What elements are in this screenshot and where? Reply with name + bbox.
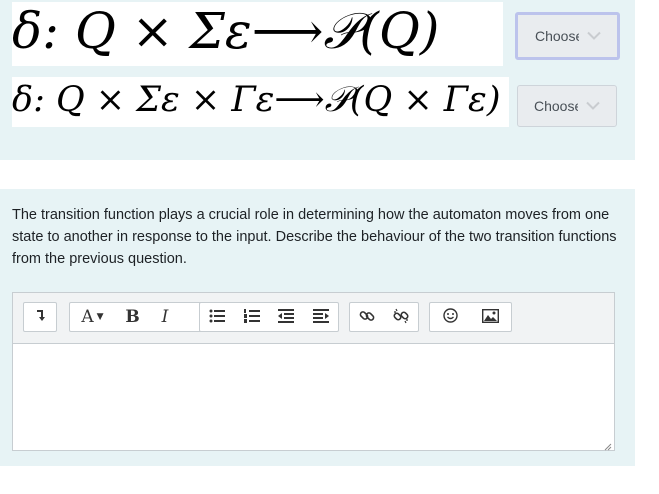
chevron-down-icon: [587, 28, 601, 45]
rich-text-editor: A ▼ B I: [12, 292, 615, 451]
toolbar-group-more: [23, 302, 57, 332]
answer-select-2-value: Choose...: [534, 98, 578, 114]
show-more-button[interactable]: [24, 303, 56, 331]
emoji-button[interactable]: [430, 303, 470, 331]
toolbar-group-insert: [429, 302, 512, 332]
unlink-icon: [393, 308, 409, 327]
answer-select-1[interactable]: Choose...: [515, 12, 620, 60]
ordered-list-button[interactable]: [235, 303, 270, 331]
outdent-button[interactable]: [269, 303, 304, 331]
link-button[interactable]: [350, 303, 384, 331]
ordered-list-icon: [243, 308, 260, 326]
question-text: The transition function plays a crucial …: [12, 207, 617, 267]
toolbar-group-text-style: A ▼ B I: [69, 302, 203, 332]
transition-function-formula-pda: δ: Q × Σε × Γε⟶𝒫(Q × Γε): [12, 77, 509, 127]
indent-icon: [312, 308, 329, 326]
unordered-list-button[interactable]: [200, 303, 235, 331]
outdent-icon: [278, 308, 295, 326]
emoji-icon: [442, 308, 458, 326]
resize-handle-icon[interactable]: [602, 438, 612, 451]
transition-function-formula-nfa: δ: Q × Σε⟶𝒫(Q): [12, 2, 503, 66]
answer-select-2[interactable]: Choose...: [517, 85, 617, 127]
answer-select-1-value: Choose...: [535, 28, 579, 44]
toolbar-group-links: [349, 302, 419, 332]
link-icon: [359, 308, 375, 327]
editor-toolbar: A ▼ B I: [13, 293, 614, 344]
indent-button[interactable]: [304, 303, 339, 331]
show-more-icon: [35, 309, 45, 325]
editor-content-area[interactable]: [13, 345, 614, 450]
insert-image-button[interactable]: [470, 303, 510, 331]
toolbar-group-lists: [199, 302, 339, 332]
chevron-down-icon: [586, 98, 600, 115]
image-icon: [481, 308, 499, 326]
font-style-label: A: [81, 307, 94, 327]
unordered-list-icon: [209, 309, 226, 326]
font-style-button[interactable]: A ▼: [70, 303, 115, 331]
italic-button[interactable]: I: [150, 303, 180, 331]
bold-button[interactable]: B: [115, 303, 150, 331]
caret-down-icon: ▼: [96, 312, 104, 322]
essay-question-panel: The transition function plays a crucial …: [0, 189, 635, 466]
unlink-button[interactable]: [384, 303, 418, 331]
